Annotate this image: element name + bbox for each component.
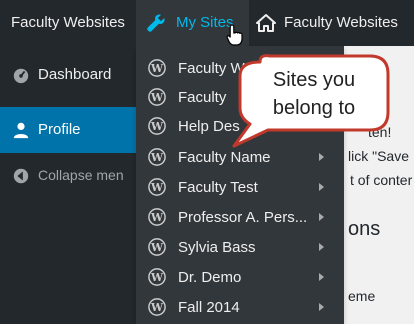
network-admin-label: Faculty Websites — [11, 14, 125, 31]
svg-text:W: W — [150, 271, 164, 284]
submenu-arrow-icon — [319, 303, 324, 311]
wordpress-icon: W — [148, 208, 166, 226]
wordpress-icon: W — [148, 148, 166, 166]
callout-bubble: Sites you belong to — [232, 54, 390, 148]
wordpress-icon: W — [148, 268, 166, 286]
sidebar-item-label: Profile — [38, 121, 81, 138]
site-menu-label: Faculty Test — [178, 179, 258, 196]
site-menu-item[interactable]: W Professor A. Pers... — [136, 203, 344, 232]
site-menu-item[interactable]: W Fall 2014 — [136, 293, 344, 322]
collapse-menu-button[interactable]: Collapse men — [0, 153, 140, 199]
svg-text:W: W — [150, 151, 164, 164]
site-menu-label: Dr. Demo — [178, 269, 242, 286]
site-menu-item[interactable]: W Faculty Test — [136, 173, 344, 202]
svg-text:W: W — [150, 62, 164, 75]
my-sites-label: My Sites — [176, 14, 234, 31]
sidebar-item-dashboard[interactable]: Dashboard — [0, 52, 140, 98]
site-menu-label: Faculty Name — [178, 149, 271, 166]
svg-text:W: W — [150, 301, 164, 314]
content-text: t of conter — [350, 172, 413, 188]
callout-line2: belong to — [273, 97, 355, 119]
network-admin-link[interactable]: Faculty Websites — [11, 0, 125, 46]
submenu-arrow-icon — [319, 273, 324, 281]
wrench-icon — [147, 14, 165, 32]
svg-text:W: W — [150, 91, 164, 104]
wordpress-icon: W — [148, 59, 166, 77]
home-icon — [256, 14, 276, 32]
svg-text:W: W — [150, 211, 164, 224]
current-site-label: Faculty Websites — [284, 14, 398, 31]
admin-bar: Faculty Websites My Sites Faculty Websit… — [0, 0, 414, 46]
site-menu-label: Fall 2014 — [178, 299, 240, 316]
user-icon — [13, 122, 29, 139]
wordpress-icon: W — [148, 178, 166, 196]
site-menu-label: Professor A. Pers... — [178, 209, 308, 226]
site-menu-item[interactable]: W Sylvia Bass — [136, 233, 344, 262]
site-menu-item[interactable]: W Dr. Demo — [136, 263, 344, 292]
admin-sidebar: Dashboard Profile Collapse men — [0, 46, 140, 324]
section-heading: ons — [348, 218, 381, 240]
wordpress-icon: W — [148, 238, 166, 256]
submenu-arrow-icon — [319, 243, 324, 251]
submenu-arrow-icon — [319, 183, 324, 191]
sidebar-item-profile[interactable]: Profile — [0, 107, 140, 153]
collapse-icon — [13, 168, 29, 184]
submenu-arrow-icon — [319, 153, 324, 161]
svg-text:W: W — [150, 241, 164, 254]
wordpress-icon: W — [148, 117, 166, 135]
svg-text:W: W — [150, 181, 164, 194]
callout-line1: Sites you — [273, 69, 355, 91]
submenu-arrow-icon — [319, 213, 324, 221]
site-menu-label: Sylvia Bass — [178, 239, 256, 256]
dashboard-icon — [13, 68, 29, 84]
hand-cursor-icon — [226, 24, 243, 46]
content-text: lick "Save — [348, 148, 409, 164]
wordpress-icon: W — [148, 88, 166, 106]
sidebar-item-label: Dashboard — [38, 66, 112, 83]
collapse-menu-label: Collapse men — [38, 167, 124, 183]
wordpress-icon: W — [148, 298, 166, 316]
svg-text:W: W — [150, 120, 164, 133]
content-text: eme — [348, 288, 376, 304]
